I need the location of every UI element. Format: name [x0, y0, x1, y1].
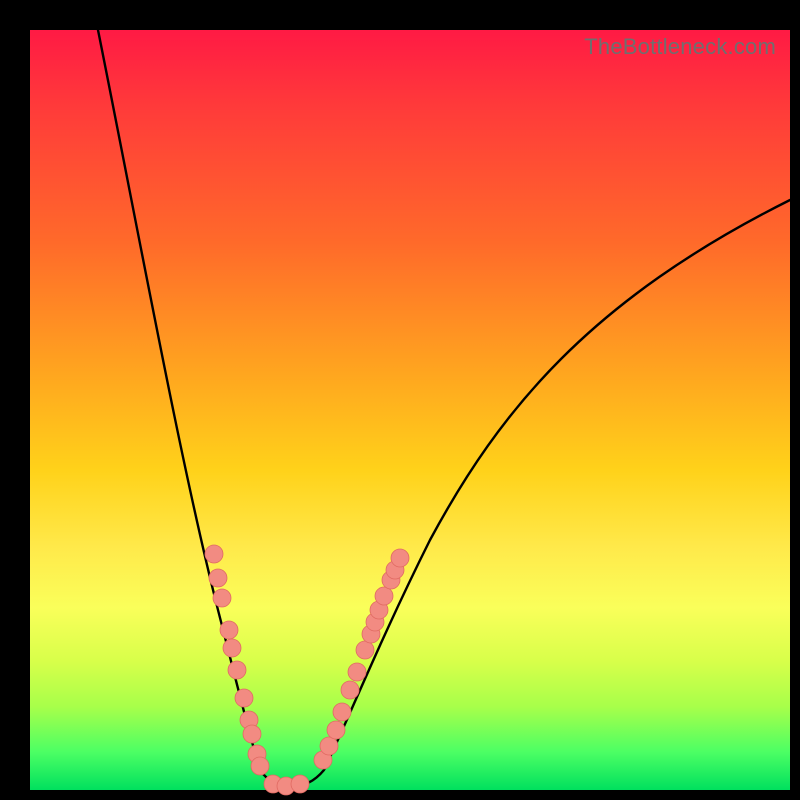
curve-svg: [30, 30, 790, 790]
data-marker: [341, 681, 359, 699]
data-marker: [205, 545, 223, 563]
data-marker: [291, 775, 309, 793]
data-marker: [320, 737, 338, 755]
plot-area: TheBottleneck.com: [30, 30, 790, 790]
data-marker: [223, 639, 241, 657]
data-marker: [209, 569, 227, 587]
data-marker: [251, 757, 269, 775]
data-marker: [375, 587, 393, 605]
data-marker: [348, 663, 366, 681]
bottleneck-curve: [98, 30, 790, 786]
data-marker: [333, 703, 351, 721]
data-marker: [391, 549, 409, 567]
data-marker: [327, 721, 345, 739]
data-marker: [228, 661, 246, 679]
marker-group: [205, 545, 409, 795]
data-marker: [243, 725, 261, 743]
data-marker: [213, 589, 231, 607]
chart-frame: TheBottleneck.com: [0, 0, 800, 800]
data-marker: [235, 689, 253, 707]
data-marker: [356, 641, 374, 659]
data-marker: [220, 621, 238, 639]
